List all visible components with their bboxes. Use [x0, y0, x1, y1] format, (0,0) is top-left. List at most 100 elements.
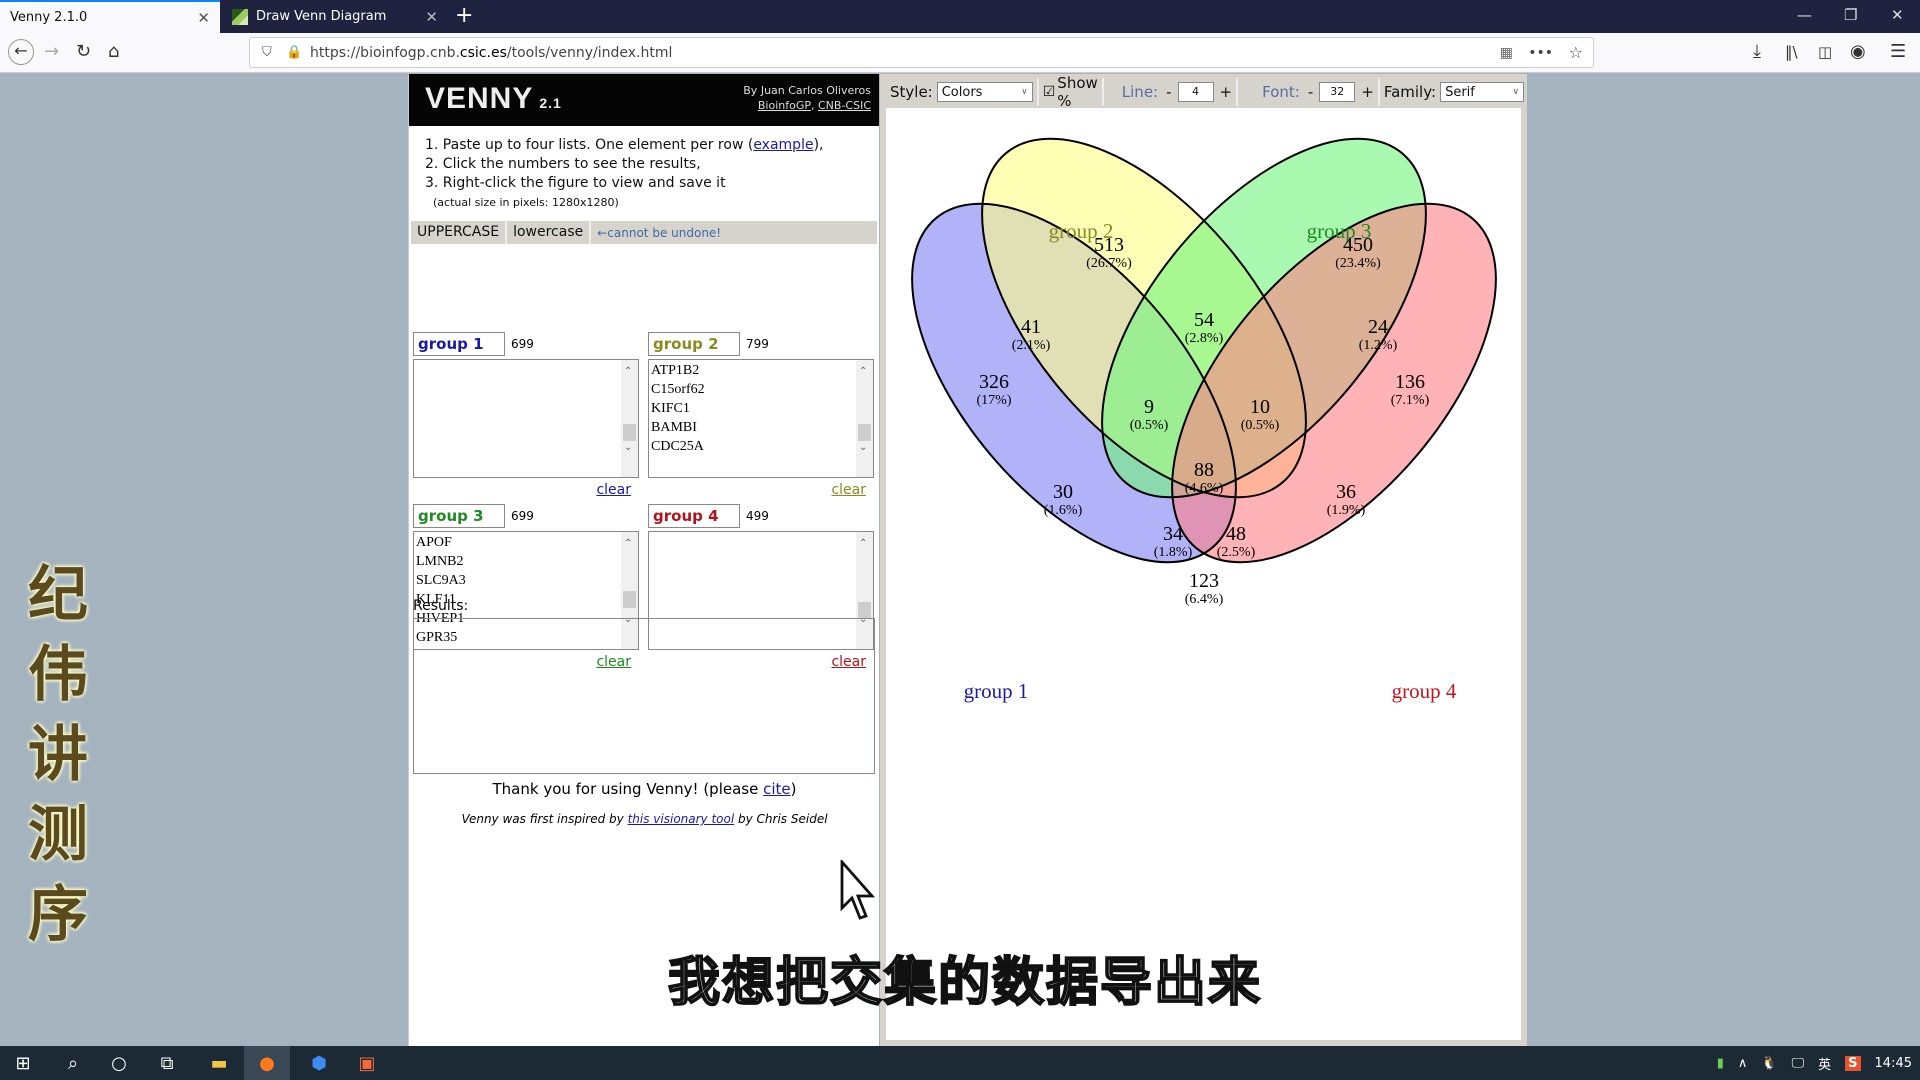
family-select[interactable]: Serif ∨	[1440, 82, 1525, 102]
bookmark-star-icon[interactable]: ☆	[1569, 43, 1583, 62]
region-count[interactable]: 54	[1194, 309, 1214, 331]
url-text[interactable]: https://bioinfogp.cnb.csic.es/tools/venn…	[310, 45, 672, 61]
venn-figure[interactable]: group 1 group 2 group 3 group 4 326 (17%) 513(…	[886, 108, 1521, 1040]
sidebar-icon[interactable]: ◫	[1818, 41, 1832, 63]
show-percent-checkbox[interactable]: ☑	[1043, 84, 1056, 100]
region-count[interactable]: 9	[1144, 396, 1154, 418]
region-count[interactable]: 513	[1094, 234, 1124, 256]
account-icon[interactable]: ◉	[1850, 41, 1866, 63]
line-label: Line:	[1121, 83, 1159, 101]
shield-icon[interactable]: ⛉	[262, 45, 272, 60]
back-button[interactable]: ←	[8, 39, 34, 65]
reload-button[interactable]: ↻	[76, 41, 91, 63]
results-textarea[interactable]	[413, 618, 875, 774]
cnb-csic-link[interactable]: CNB-CSIC	[818, 99, 871, 112]
restore-button[interactable]: ❐	[1844, 6, 1857, 24]
region-count[interactable]: 10	[1250, 396, 1270, 418]
tab-draw-venn[interactable]: Draw Venn Diagram ✕	[222, 0, 448, 33]
region-count[interactable]: 24	[1368, 316, 1388, 338]
line-decrease-button[interactable]: -	[1166, 83, 1171, 101]
new-tab-button[interactable]: +	[455, 4, 473, 28]
group-name-input[interactable]: group 2	[648, 332, 740, 356]
uppercase-button[interactable]: UPPERCASE	[411, 221, 508, 244]
task-view-icon[interactable]: ⧉	[144, 1046, 190, 1080]
usb-icon[interactable]: ▮	[1717, 1056, 1724, 1071]
show-hidden-icons[interactable]: ∧	[1738, 1056, 1748, 1071]
scrollbar[interactable]: ⌃ ⌄	[621, 360, 638, 477]
file-explorer-icon[interactable]: ▬	[196, 1046, 242, 1080]
start-button[interactable]: ⊞	[0, 1046, 46, 1080]
group-name-input[interactable]: group 1	[413, 332, 505, 356]
scroll-up-icon[interactable]: ⌃	[859, 534, 867, 553]
close-tab-icon[interactable]: ✕	[425, 8, 438, 26]
region-percent: (2.1%)	[1012, 338, 1051, 353]
sogou-icon[interactable]: S	[1845, 1055, 1861, 1071]
scroll-up-icon[interactable]: ⌃	[624, 534, 632, 553]
home-button[interactable]: ⌂	[108, 41, 119, 63]
line-increase-button[interactable]: +	[1220, 83, 1233, 101]
address-bar[interactable]: ⛉ 🔒 https://bioinfogp.cnb.csic.es/tools/…	[249, 37, 1594, 68]
region-count[interactable]: 136	[1395, 371, 1425, 393]
font-size-input[interactable]: 32	[1319, 82, 1356, 102]
font-increase-button[interactable]: +	[1361, 83, 1374, 101]
list-item: C15orf62	[651, 382, 705, 397]
clear-link[interactable]: clear	[596, 482, 631, 498]
app-icon[interactable]: ▣	[344, 1046, 390, 1080]
example-link[interactable]: example	[753, 137, 813, 153]
wps-icon[interactable]: ⬢	[296, 1046, 342, 1080]
group-list-textarea[interactable]: ⌃ ⌄	[413, 359, 639, 478]
region-count[interactable]: 88	[1194, 459, 1214, 481]
qq-icon[interactable]: 🐧	[1761, 1056, 1777, 1071]
downloads-icon[interactable]: ⤓	[1753, 41, 1761, 63]
bioinfogp-link[interactable]: BioinfoGP	[758, 99, 811, 112]
region-count[interactable]: 36	[1336, 481, 1356, 503]
font-decrease-button[interactable]: -	[1308, 83, 1313, 101]
menu-icon[interactable]: ☰	[1890, 41, 1906, 63]
scroll-up-icon[interactable]: ⌃	[859, 362, 867, 381]
windows-taskbar: ⊞ ⌕ ○ ⧉ ▬ ● ⬢ ▣ ▮ ∧ 🐧 🖵 英 S 14:45	[0, 1046, 1920, 1080]
close-tab-icon[interactable]: ✕	[197, 9, 210, 27]
tab-venny[interactable]: Venny 2.1.0 ✕	[0, 0, 220, 33]
region-count[interactable]: 450	[1343, 234, 1373, 256]
chevron-down-icon: ∨	[1021, 87, 1028, 97]
close-window-button[interactable]: ✕	[1891, 6, 1904, 24]
list-item: APOF	[416, 535, 452, 550]
library-icon[interactable]: ‖\	[1785, 41, 1798, 63]
style-select[interactable]: Colors ∨	[936, 82, 1033, 102]
visionary-tool-link[interactable]: this visionary tool	[628, 812, 735, 826]
scrollbar[interactable]: ⌃ ⌄	[856, 360, 873, 477]
region-percent: (2.8%)	[1185, 331, 1224, 346]
more-actions-icon[interactable]: •••	[1528, 45, 1553, 61]
region-count[interactable]: 48	[1226, 523, 1246, 545]
firefox-icon[interactable]: ●	[244, 1046, 290, 1080]
group-name-input[interactable]: group 4	[648, 504, 740, 528]
cite-link[interactable]: cite	[763, 780, 791, 798]
clock[interactable]: 14:45	[1875, 1056, 1912, 1071]
qr-code-icon[interactable]: ▦	[1500, 45, 1513, 61]
cortana-icon[interactable]: ○	[96, 1046, 142, 1080]
region-count[interactable]: 41	[1021, 316, 1041, 338]
ime-indicator[interactable]: 英	[1818, 1054, 1831, 1073]
region-count[interactable]: 34	[1163, 523, 1183, 545]
search-icon[interactable]: ⌕	[50, 1046, 96, 1080]
app-title: VENNY 2.1	[425, 82, 562, 115]
region-count[interactable]: 30	[1053, 481, 1073, 503]
lock-icon[interactable]: 🔒	[286, 45, 302, 60]
scroll-down-icon[interactable]: ⌄	[859, 438, 867, 457]
line-width-input[interactable]: 4	[1177, 82, 1214, 102]
region-count[interactable]: 326	[979, 371, 1009, 393]
forward-button[interactable]: →	[44, 41, 59, 63]
region-count[interactable]: 123	[1189, 570, 1219, 592]
minimize-button[interactable]: —	[1797, 6, 1812, 24]
group-name-input[interactable]: group 3	[413, 504, 505, 528]
network-icon[interactable]: 🖵	[1792, 1056, 1805, 1071]
venn-diagram[interactable]: group 1group 2 group 3group 4326(17%)513(…	[886, 108, 1521, 708]
scroll-down-icon[interactable]: ⌄	[624, 438, 632, 457]
style-label: Style:	[890, 83, 933, 101]
lowercase-button[interactable]: lowercase	[507, 221, 592, 244]
group-list-textarea[interactable]: ATP1B2 C15orf62 KIFC1 BAMBI CDC25A ⌃ ⌄	[648, 359, 874, 478]
clear-link[interactable]: clear	[831, 482, 866, 498]
tab-title: Venny 2.1.0	[10, 10, 88, 25]
scroll-up-icon[interactable]: ⌃	[624, 362, 632, 381]
scroll-thumb[interactable]	[623, 590, 636, 608]
